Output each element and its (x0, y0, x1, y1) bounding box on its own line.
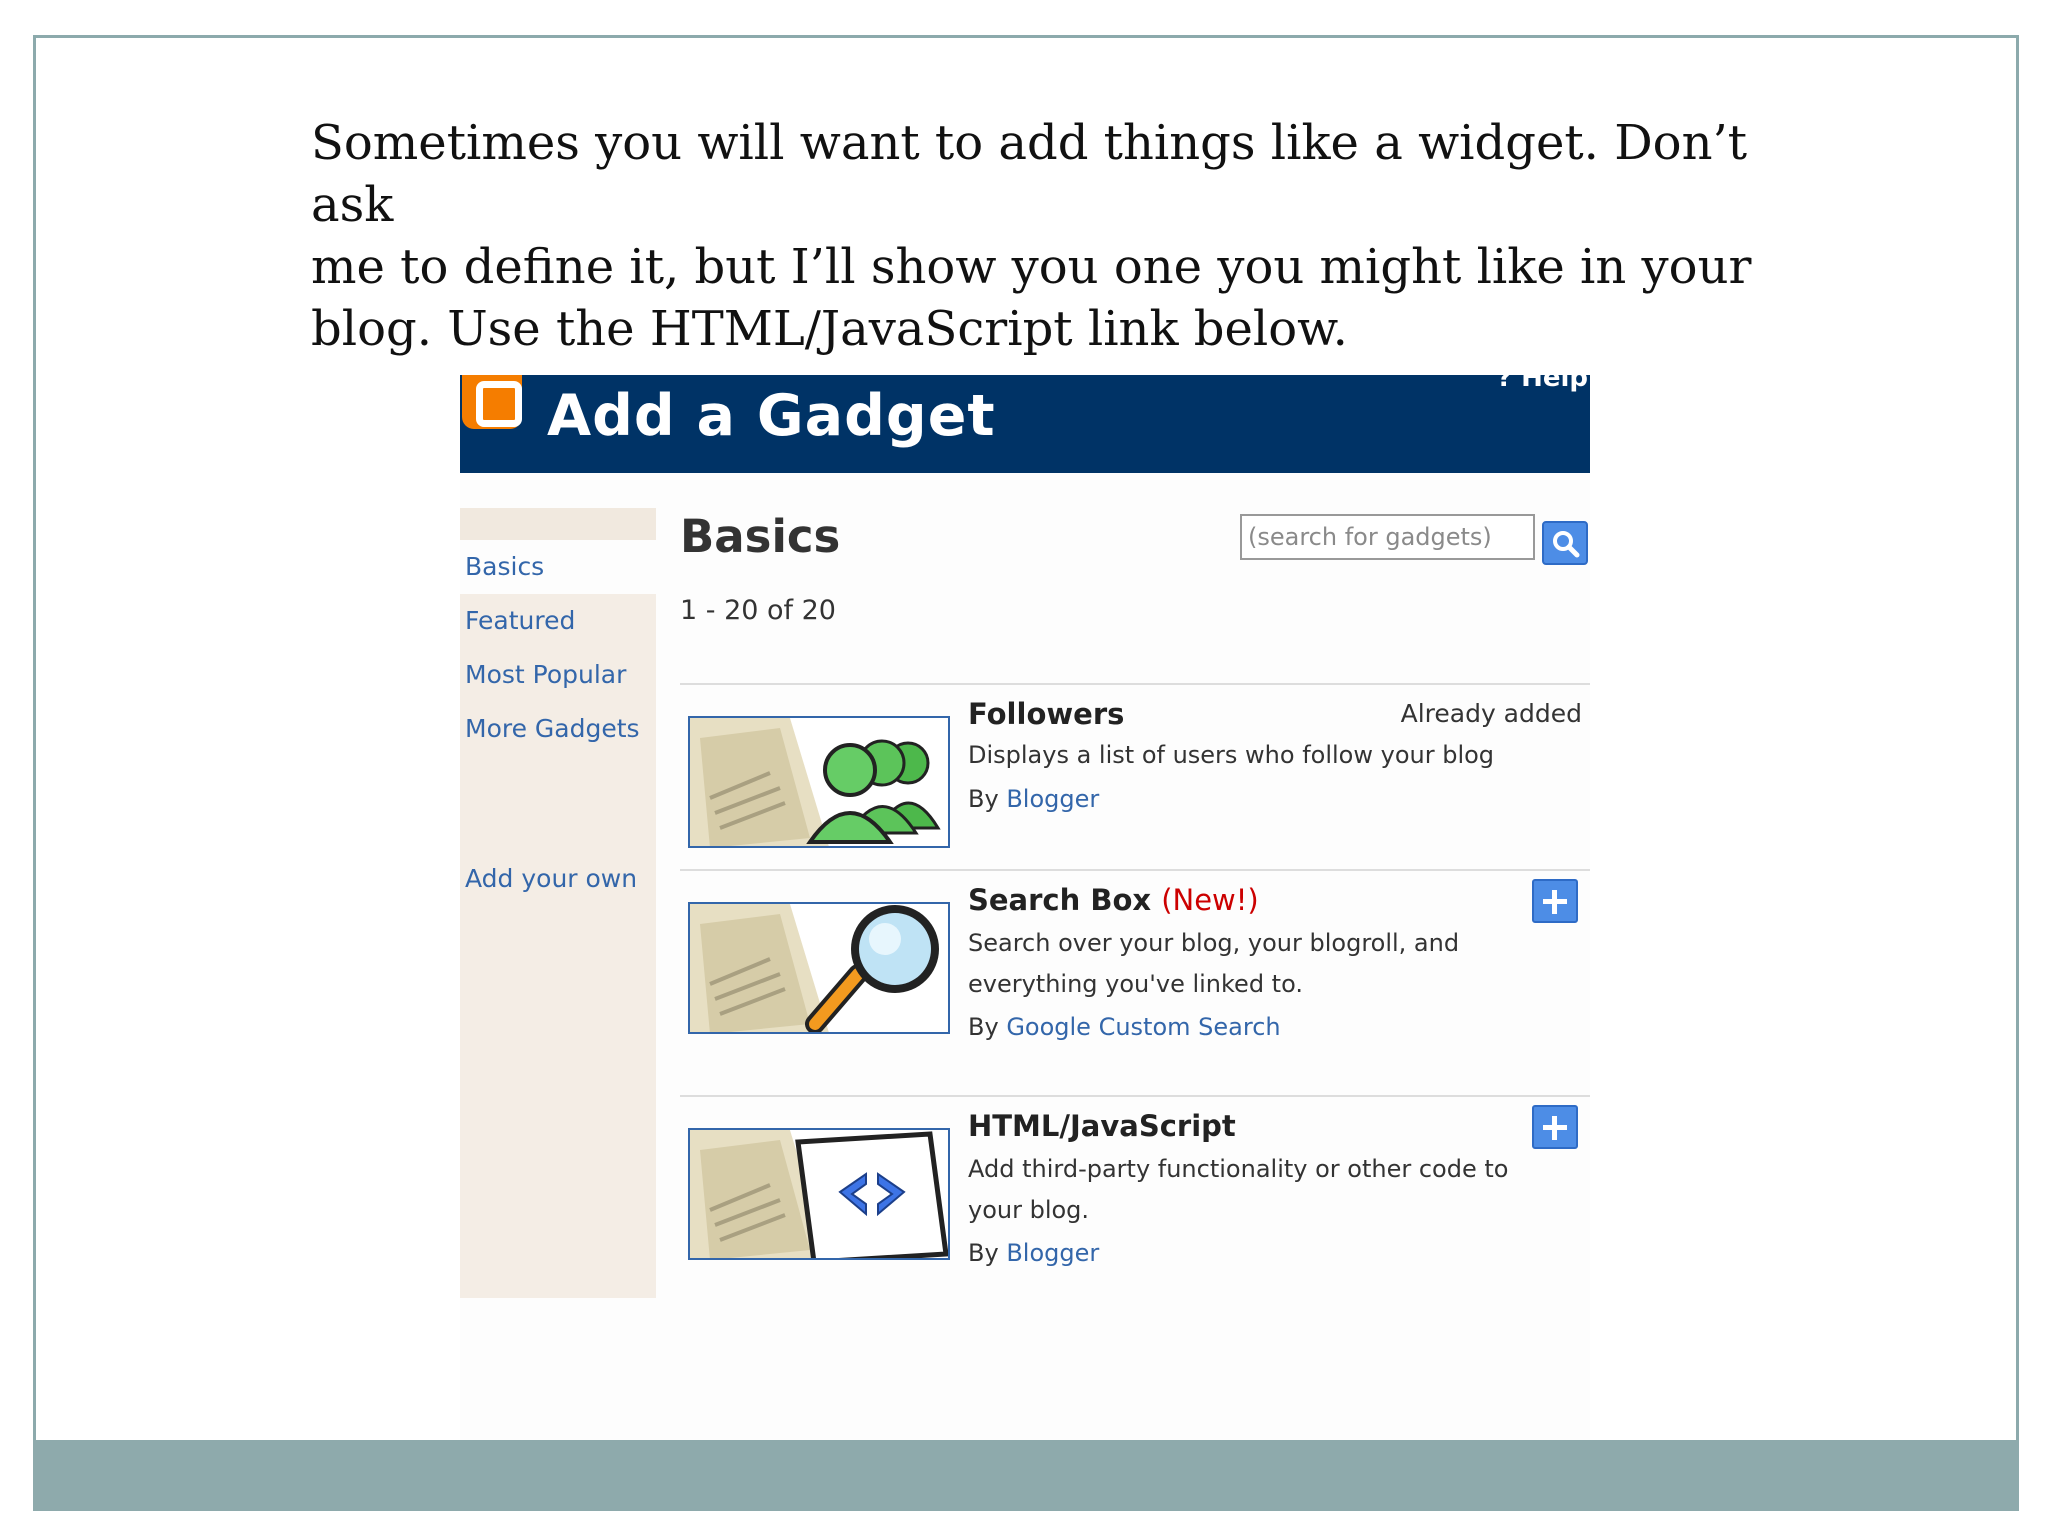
gadget-author-line: By Blogger (968, 1239, 1099, 1267)
html-javascript-thumbnail[interactable] (688, 1128, 950, 1260)
sidebar-item-basics[interactable]: Basics (465, 552, 544, 581)
gadget-description: Search over your blog, your blogroll, an… (968, 929, 1460, 998)
by-label: By (968, 1013, 999, 1041)
dialog-title: Add a Gadget (547, 383, 996, 449)
gadget-category-sidebar: Basics Featured Most Popular More Gadget… (460, 508, 656, 1298)
gadget-name-text: Search Box (968, 883, 1152, 917)
gadget-name[interactable]: Followers (968, 697, 1124, 731)
sidebar-item-add-your-own[interactable]: Add your own (465, 864, 637, 893)
sidebar-item-most-popular[interactable]: Most Popular (465, 660, 626, 689)
search-icon (1553, 531, 1580, 558)
result-range: 1 - 20 of 20 (680, 595, 836, 626)
section-title: Basics (680, 510, 841, 563)
gadget-author-link[interactable]: Blogger (1006, 785, 1099, 813)
by-label: By (968, 785, 999, 813)
sidebar-item-more-gadgets[interactable]: More Gadgets (465, 714, 640, 743)
gadget-author-line: By Blogger (968, 785, 1099, 813)
gadget-author-line: By Google Custom Search (968, 1013, 1281, 1041)
gadget-row-search-box: Search Box (New!) Search over your blog,… (680, 869, 1590, 1095)
gadget-row-followers: Followers Already added Displays a list … (680, 683, 1590, 869)
search-button[interactable] (1542, 521, 1588, 565)
gadget-row-html-javascript: HTML/JavaScript Add third-party function… (680, 1095, 1590, 1295)
gadget-author-link[interactable]: Blogger (1006, 1239, 1099, 1267)
blogger-logo-icon (462, 375, 522, 429)
sidebar-header-bar (460, 508, 656, 540)
code-icon (690, 1130, 948, 1258)
search-box-thumbnail[interactable] (688, 902, 950, 1034)
help-link[interactable]: ? Help (1495, 375, 1590, 393)
gadget-search-input[interactable] (1240, 514, 1535, 560)
followers-thumbnail[interactable] (688, 716, 950, 848)
new-badge: (New!) (1161, 883, 1259, 917)
slide-caption: Sometimes you will want to add things li… (311, 115, 1752, 357)
gadget-name[interactable]: Search Box (New!) (968, 883, 1259, 917)
slide-footer-bar (33, 1440, 2019, 1511)
add-gadget-header: Add a Gadget ? Help (460, 375, 1590, 473)
add-gadget-button[interactable] (1532, 879, 1578, 923)
add-gadget-screenshot: Add a Gadget ? Help Basics Featured Most… (460, 375, 1590, 1440)
by-label: By (968, 1239, 999, 1267)
gadget-description: Displays a list of users who follow your… (968, 741, 1495, 769)
gadget-status: Already added (1400, 699, 1582, 728)
followers-icon (690, 718, 948, 846)
add-gadget-button[interactable] (1532, 1105, 1578, 1149)
gadget-description: Add third-party functionality or other c… (968, 1155, 1509, 1224)
gadget-author-link[interactable]: Google Custom Search (1006, 1013, 1280, 1041)
magnifier-icon (690, 904, 948, 1032)
sidebar-item-featured[interactable]: Featured (465, 606, 575, 635)
gadget-name[interactable]: HTML/JavaScript (968, 1109, 1236, 1143)
